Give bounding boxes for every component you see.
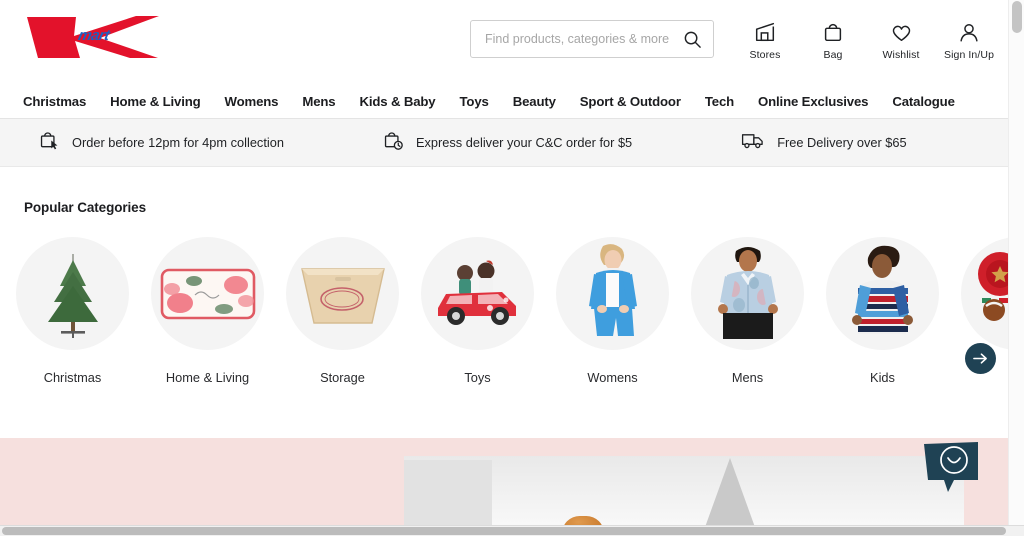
info-item-free-delivery[interactable]: Free Delivery over $65 [740, 129, 907, 156]
header-item-wishlist[interactable]: Wishlist [878, 18, 924, 61]
category-tile-toys[interactable]: Toys [420, 237, 535, 385]
browser-viewport: mart Find products, categories & more St… [0, 0, 1024, 536]
vertical-scrollbar-thumb[interactable] [1012, 1, 1022, 33]
header-item-label: Wishlist [882, 49, 920, 61]
delivery-truck-icon [740, 129, 766, 156]
info-item-text: Express deliver your C&C order for $5 [415, 135, 633, 150]
info-item-express-collect[interactable]: Express deliver your C&C order for $5 [382, 129, 632, 157]
category-image-womens [556, 237, 669, 350]
category-label: Womens [587, 370, 638, 385]
category-image-mens [691, 237, 804, 350]
category-label: Christmas [43, 370, 102, 385]
nav-item-mens[interactable]: Mens [290, 94, 347, 109]
info-item-click-collect[interactable]: Order before 12pm for 4pm collection [38, 129, 284, 157]
category-image-home-and-living [151, 237, 264, 350]
category-image-christmas [16, 237, 129, 350]
search-input[interactable] [485, 32, 681, 46]
hero-image-lamp [704, 458, 756, 525]
category-tile-womens[interactable]: Womens [555, 237, 670, 385]
header-item-bag[interactable]: Bag [810, 18, 856, 61]
header-item-sign-in[interactable]: Sign In/Up [943, 18, 995, 61]
search-box[interactable] [470, 20, 714, 58]
category-tile-storage[interactable]: Storage [285, 237, 400, 385]
main-navigation: Christmas Home & Living Womens Mens Kids… [0, 85, 1008, 119]
nav-item-toys[interactable]: Toys [448, 94, 501, 109]
header-item-stores[interactable]: Stores [742, 18, 788, 61]
nav-item-beauty[interactable]: Beauty [501, 94, 568, 109]
header-item-label: Stores [749, 49, 781, 61]
kmart-logo[interactable]: mart [18, 12, 160, 60]
popular-categories-section: Popular Categories Christmas Home & Livi… [0, 167, 1008, 438]
header-item-label: Sign In/Up [943, 49, 995, 61]
category-label: Mens [731, 370, 764, 385]
express-collect-icon [382, 129, 405, 157]
category-tile-mens[interactable]: Mens [690, 237, 805, 385]
page-content: mart Find products, categories & more St… [0, 0, 1008, 525]
heart-icon [889, 18, 914, 44]
section-title: Popular Categories [24, 200, 146, 215]
hero-banner[interactable] [0, 438, 1008, 525]
hero-image-panel [404, 460, 492, 525]
category-label: Toys [464, 370, 491, 385]
carousel-next-button[interactable] [965, 343, 996, 374]
shopping-bag-icon [821, 18, 845, 44]
nav-item-tech[interactable]: Tech [693, 94, 746, 109]
user-icon [957, 18, 981, 44]
info-item-text: Free Delivery over $65 [777, 135, 907, 150]
nav-item-sport-and-outdoor[interactable]: Sport & Outdoor [568, 94, 693, 109]
hero-banner-image [404, 456, 964, 525]
nav-item-home-and-living[interactable]: Home & Living [98, 94, 212, 109]
category-tile-kids[interactable]: Kids [825, 237, 940, 385]
store-icon [753, 18, 777, 44]
site-header: mart Find products, categories & more St… [0, 0, 1008, 85]
nav-item-catalogue[interactable]: Catalogue [880, 94, 966, 109]
category-image-toys [421, 237, 534, 350]
logo-mart-text: mart [77, 27, 113, 44]
category-tile-home-and-living[interactable]: Home & Living [150, 237, 265, 385]
arrow-right-icon [973, 353, 987, 364]
click-and-collect-icon [38, 129, 61, 157]
page-horizontal-scrollbar[interactable] [0, 525, 1024, 536]
nav-item-kids-and-baby[interactable]: Kids & Baby [347, 94, 447, 109]
page-vertical-scrollbar[interactable] [1008, 0, 1024, 525]
horizontal-scrollbar-thumb[interactable] [2, 527, 1006, 535]
hero-image-bread [562, 516, 604, 525]
header-utility-icons: Stores Bag Wishlist Sign In/Up [742, 18, 995, 61]
header-item-label: Bag [823, 49, 843, 61]
category-label: Storage [320, 370, 365, 385]
category-image-storage [286, 237, 399, 350]
category-label: Home & Living [165, 370, 250, 385]
nav-item-christmas[interactable]: Christmas [11, 94, 98, 109]
delivery-info-bar: Order before 12pm for 4pm collection Exp… [0, 119, 1008, 167]
category-label: Kids [870, 370, 895, 385]
category-image-kids [826, 237, 939, 350]
info-item-text: Order before 12pm for 4pm collection [72, 135, 284, 150]
search-icon[interactable] [681, 28, 703, 50]
categories-carousel: Christmas Home & Living Storage Toys Wom… [0, 237, 1008, 385]
category-image-christmas-bauble [961, 237, 1008, 350]
nav-item-online-exclusives[interactable]: Online Exclusives [746, 94, 880, 109]
nav-item-womens[interactable]: Womens [213, 94, 291, 109]
chat-widget-button[interactable] [920, 442, 980, 498]
category-tile-christmas[interactable]: Christmas [15, 237, 130, 385]
header-right-group: Stores Bag [470, 18, 995, 61]
